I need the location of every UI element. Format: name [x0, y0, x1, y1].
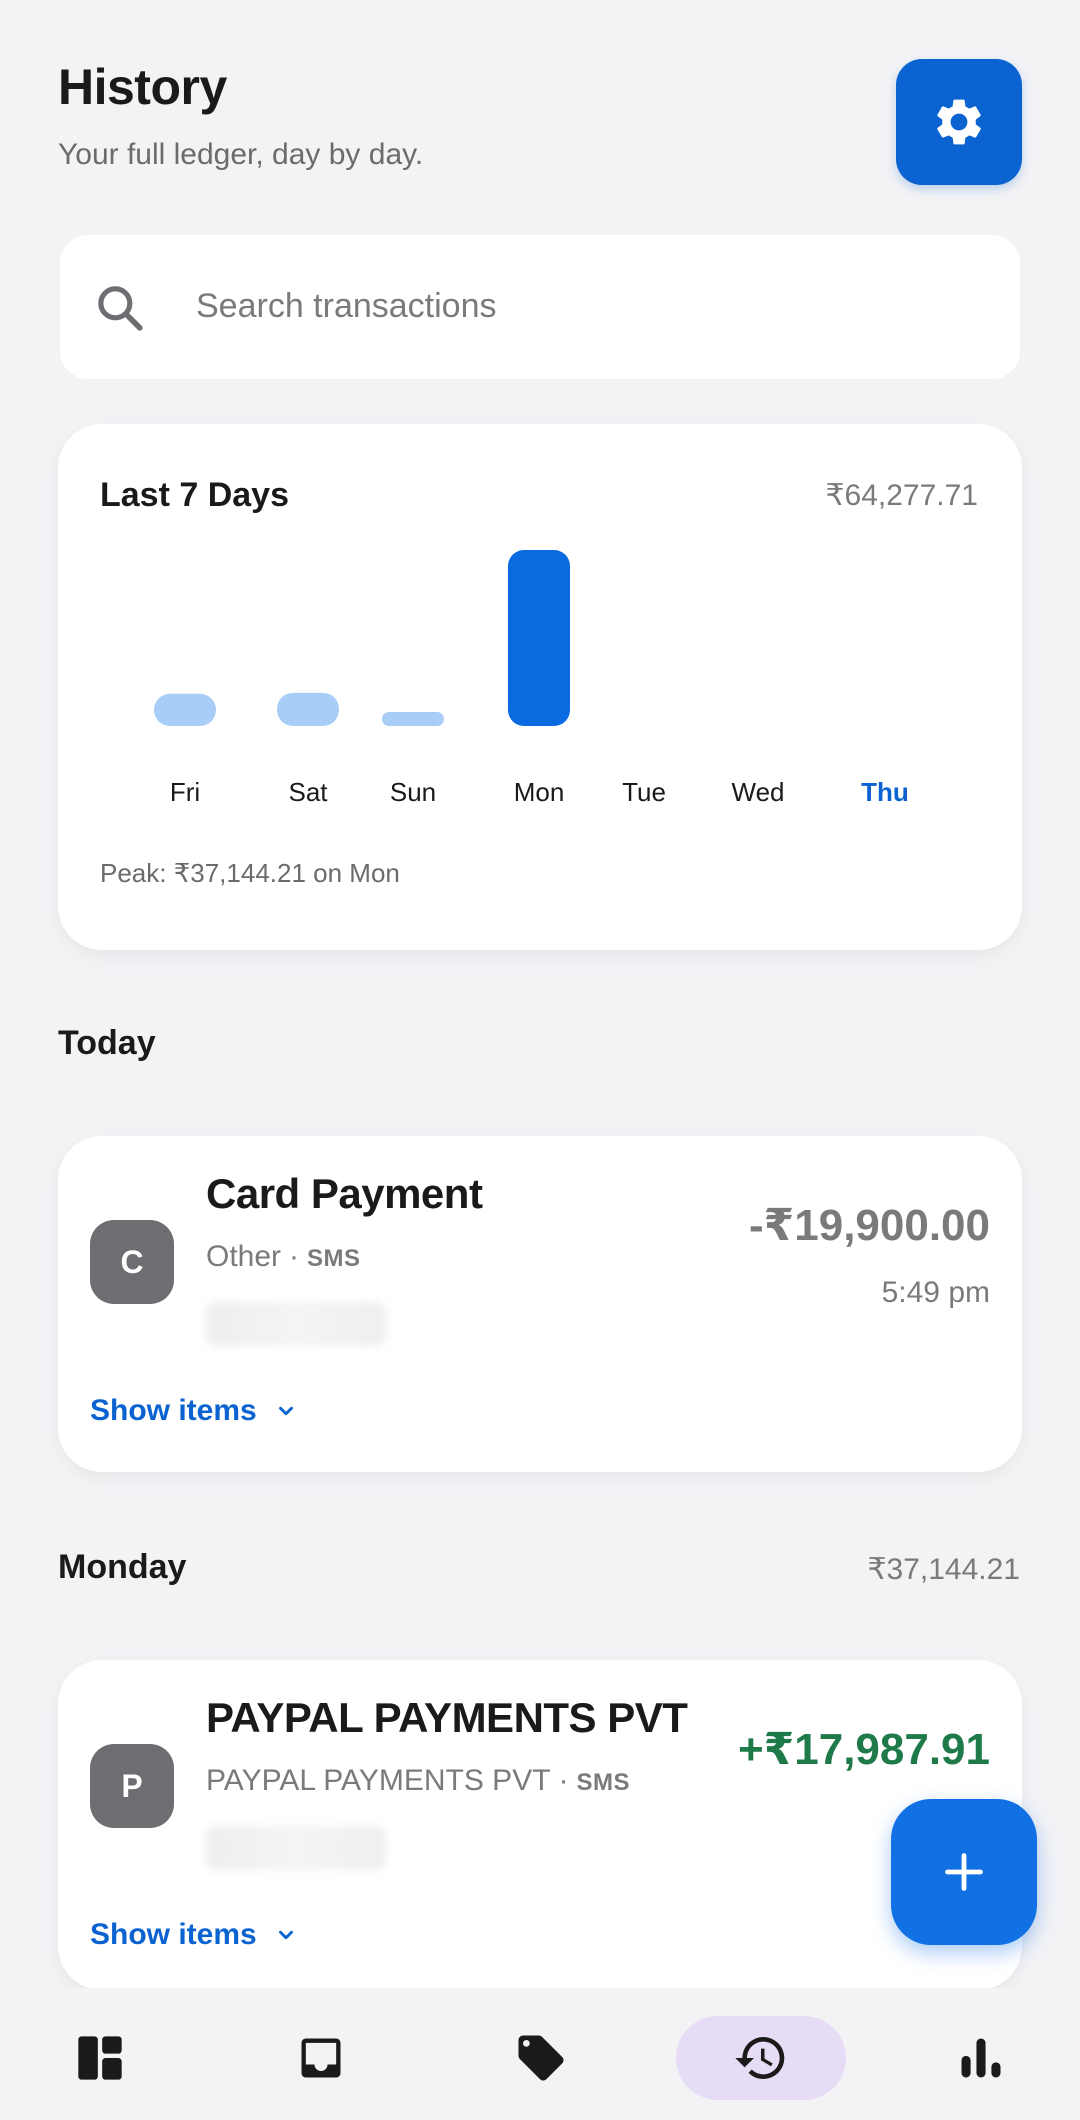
meta-separator: · — [558, 1764, 569, 1797]
transaction-card[interactable]: P PAYPAL PAYMENTS PVT PAYPAL PAYMENTS PV… — [58, 1660, 1022, 1990]
tick-label-tue: Tue — [622, 777, 666, 807]
add-transaction-button[interactable] — [891, 1799, 1037, 1945]
nav-inbox[interactable] — [236, 2016, 406, 2100]
chevron-down-icon — [278, 1930, 293, 1940]
nav-dashboard[interactable] — [15, 2016, 185, 2100]
history-icon — [735, 2037, 785, 2079]
redacted-detail — [206, 1826, 386, 1870]
transaction-meta: PAYPAL PAYMENTS PVT · SMS — [206, 1764, 630, 1798]
tag-icon — [518, 2035, 564, 2081]
avatar: P — [90, 1744, 174, 1828]
bar-chart-icon — [961, 2038, 1001, 2078]
search-input[interactable] — [196, 278, 956, 334]
show-items-label: Show items — [90, 1394, 257, 1427]
search-icon — [98, 286, 143, 331]
bottom-navigation — [0, 1988, 1080, 2120]
avatar: C — [90, 1220, 174, 1304]
tick-label-sat: Sat — [288, 777, 328, 807]
dashboard-icon — [78, 2036, 122, 2080]
meta-separator: · — [289, 1240, 300, 1273]
nav-analytics[interactable] — [896, 2016, 1066, 2100]
inbox-icon — [301, 2038, 341, 2078]
gear-icon — [937, 99, 981, 145]
chevron-down-icon — [278, 1406, 293, 1416]
transaction-amount: -₹19,900.00 — [748, 1201, 990, 1250]
tick-label-sun: Sun — [390, 777, 436, 807]
tick-label-wed: Wed — [732, 777, 785, 807]
bar-sun — [382, 712, 444, 726]
show-items-button[interactable]: Show items — [90, 1394, 297, 1428]
transaction-time: 5:49 pm — [881, 1276, 990, 1309]
section-heading-monday: Monday — [58, 1548, 187, 1586]
show-items-button[interactable]: Show items — [90, 1918, 297, 1952]
bar-sat — [277, 692, 339, 726]
settings-button[interactable] — [896, 59, 1022, 185]
tick-label-mon: Mon — [514, 777, 565, 807]
bar-chart: Fri Sat Sun Mon Tue Wed Thu — [154, 550, 909, 807]
transaction-category: Other — [206, 1240, 282, 1273]
transaction-source: SMS — [307, 1245, 361, 1272]
bar-mon — [508, 550, 570, 726]
transaction-title: PAYPAL PAYMENTS PVT — [206, 1694, 688, 1741]
tick-label-fri: Fri — [170, 777, 200, 807]
nav-history[interactable] — [676, 2016, 846, 2100]
section-heading-today: Today — [58, 1024, 156, 1062]
transaction-title: Card Payment — [206, 1170, 483, 1217]
section-amount-monday: ₹37,144.21 — [867, 1553, 1020, 1586]
chart-peak-text: Peak: ₹37,144.21 on Mon — [100, 858, 400, 888]
plus-icon — [945, 1853, 983, 1891]
transaction-card[interactable]: C Card Payment Other · SMS -₹19,900.00 5:4… — [58, 1136, 1022, 1472]
show-items-label: Show items — [90, 1918, 257, 1951]
transaction-meta: Other · SMS — [206, 1240, 361, 1274]
page-title: History — [58, 59, 227, 115]
transaction-source: SMS — [576, 1769, 631, 1796]
nav-tags[interactable] — [456, 2016, 626, 2100]
page-subtitle: Your full ledger, day by day. — [58, 138, 424, 171]
transaction-amount: +₹17,987.91 — [737, 1725, 990, 1774]
weekly-chart-card: Last 7 Days ₹64,277.71 Fri Sat Sun Mon Tue We… — [58, 424, 1022, 950]
tick-label-thu: Thu — [861, 777, 909, 807]
transaction-category: PAYPAL PAYMENTS PVT — [206, 1764, 551, 1797]
bar-fri — [154, 693, 216, 726]
redacted-detail — [206, 1302, 386, 1346]
